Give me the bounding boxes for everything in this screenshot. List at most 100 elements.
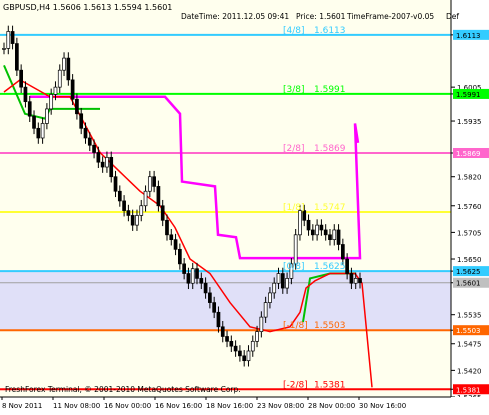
x-tick-label: 16 Nov 16:00 (155, 402, 202, 410)
murrey-level-label: [2/8] (283, 144, 305, 154)
price-badge-label: 1.5869 (456, 150, 481, 158)
candle-body (195, 268, 199, 279)
candle-body (328, 234, 332, 241)
y-tick-label: 1.5935 (457, 118, 482, 126)
candle-body (49, 94, 54, 110)
murrey-level-value: 1.5625 (314, 262, 346, 272)
candle-body (105, 156, 109, 168)
murrey-level-value: 1.5503 (314, 321, 346, 331)
candle-body (83, 127, 88, 139)
candle-body (109, 156, 114, 178)
candle-body (139, 205, 144, 216)
candle-body (233, 345, 238, 352)
copyright-footer: FreshForex Terminal, © 2001-2010 MetaQuo… (5, 385, 241, 394)
candle-body (349, 273, 354, 284)
price-badge-label: 1.6113 (456, 32, 481, 40)
candle-body (27, 101, 32, 117)
candle-body (182, 263, 186, 274)
y-tick-label: 1.5420 (457, 367, 482, 375)
price-readout: Price: 1.5601 (296, 12, 346, 21)
y-tick-label: 1.5820 (457, 174, 482, 182)
x-tick-label: 18 Nov 16:00 (206, 402, 253, 410)
x-tick-label: 23 Nov 08:00 (257, 402, 304, 410)
candle-body (319, 224, 324, 231)
candle-body (169, 234, 174, 241)
candle-body (92, 144, 96, 153)
murrey-level-label: [-1/8] (283, 321, 308, 331)
candle-body (315, 224, 319, 236)
candle-body (212, 302, 217, 313)
y-tick-label: 1.5535 (457, 312, 482, 320)
candle-body (259, 316, 264, 332)
candle-body (15, 43, 19, 71)
candle-body (66, 57, 71, 81)
candle-body (130, 215, 135, 226)
candle-body (156, 186, 161, 207)
y-tick-label: 1.5650 (457, 256, 482, 264)
candle-body (220, 326, 225, 337)
candle-body (186, 273, 191, 284)
candle-body (32, 115, 36, 129)
y-tick-label: 1.5705 (457, 229, 482, 237)
candle-body (306, 219, 311, 231)
candle-body (242, 355, 247, 362)
zone-fill (0, 271, 451, 331)
candle-body (147, 176, 152, 192)
x-tick-label: 11 Nov 08:00 (53, 402, 100, 410)
candle-body (340, 244, 345, 260)
candle-body (285, 278, 289, 289)
candle-body (353, 278, 358, 284)
candle-body (10, 31, 15, 44)
candle-body (280, 273, 285, 289)
murrey-level-value: 1.5747 (314, 203, 346, 213)
candle-body (208, 292, 212, 303)
truncated-header-label: Def (446, 12, 459, 21)
candle-body (117, 190, 122, 202)
candle-body (203, 282, 208, 294)
y-tick-label: 1.5760 (457, 203, 482, 211)
candle-body (96, 152, 101, 163)
price-badge-label: 1.5381 (456, 386, 481, 394)
price-chart[interactable]: [4/8] 1.6113 [3/8] 1.5991 [2/8] 1.5869 [1/8] 1.… (0, 0, 489, 411)
candle-body (272, 282, 277, 294)
symbol-info: GBPUSD,H4 1.5606 1.5613 1.5594 1.5601 (3, 3, 172, 12)
candle-body (229, 340, 234, 347)
price-badge-label: 1.5991 (456, 91, 481, 99)
murrey-level-label: [0/8] (283, 262, 305, 272)
murrey-level-value: 1.5991 (314, 85, 346, 95)
candle-body (2, 48, 6, 50)
candle-body (199, 278, 204, 284)
candle-body (70, 79, 75, 100)
candle-body (53, 86, 58, 95)
murrey-level-label: [4/8] (283, 26, 305, 36)
murrey-level-label: [1/8] (283, 203, 305, 213)
candle-body (23, 86, 28, 103)
x-tick-label: 30 Nov 16:00 (359, 402, 406, 410)
candle-body (268, 292, 272, 303)
x-tick-label: 16 Nov 00:00 (104, 402, 151, 410)
candle-body (122, 200, 126, 211)
murrey-level-value: 1.5381 (314, 380, 346, 390)
candle-body (152, 176, 156, 187)
murrey-level-label: [-2/8] (283, 380, 308, 390)
candle-body (225, 336, 229, 342)
candle-body (75, 98, 79, 115)
datetime-readout: DateTime: 2011.12.05 09:41 (181, 12, 289, 21)
price-badge-label: 1.5601 (456, 280, 481, 288)
candle-body (332, 229, 337, 241)
candle-body (358, 278, 362, 284)
trading-chart-window[interactable]: [4/8] 1.6113 [3/8] 1.5991 [2/8] 1.5869 [1/8] 1.… (0, 0, 489, 411)
time-axis: 8 Nov 2011 11 Nov 08:00 16 Nov 00:00 16 Nov… (0, 396, 489, 411)
timeframe-label: TimeFrame-2007-v0.05 (346, 12, 434, 21)
candle-body (250, 340, 255, 352)
price-axis: 1.61131.60051.59911.59351.58691.58201.57… (451, 29, 489, 402)
candle-body (165, 219, 169, 236)
x-tick-label: 8 Nov 2011 (2, 402, 42, 410)
candle-body (87, 137, 92, 146)
candle-body (336, 229, 341, 245)
candle-body (143, 190, 148, 207)
candle-body (79, 113, 84, 129)
x-tick-label: 28 Nov 00:00 (308, 402, 355, 410)
candle-body (36, 127, 41, 139)
candle-body (62, 57, 66, 71)
